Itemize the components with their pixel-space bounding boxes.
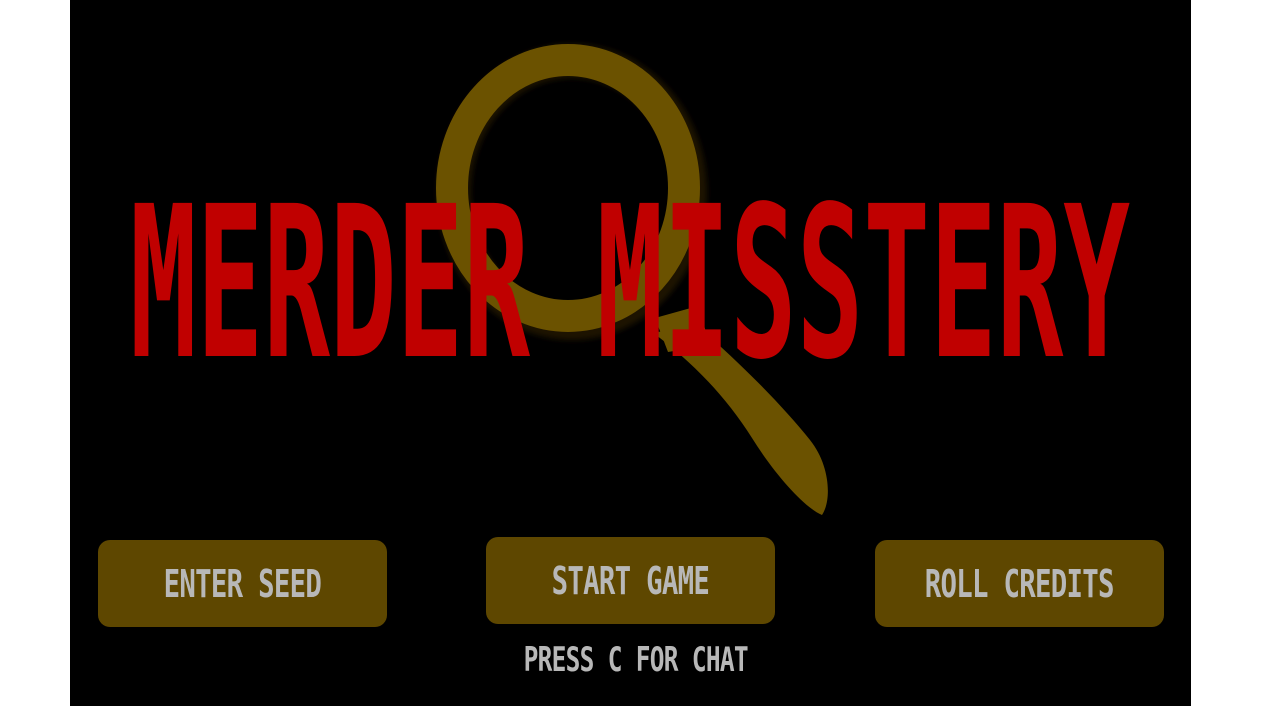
start-game-button[interactable]: START GAME (486, 537, 775, 624)
main-menu-screen: MERDER MISSTERY ENTER SEED START GAME RO… (70, 0, 1191, 706)
enter-seed-label: ENTER SEED (163, 561, 322, 606)
enter-seed-button[interactable]: ENTER SEED (98, 540, 387, 627)
chat-hint-text: PRESS C FOR CHAT (523, 640, 749, 680)
start-game-label: START GAME (551, 558, 710, 603)
game-title: MERDER MISSTERY (70, 178, 1191, 378)
roll-credits-label: ROLL CREDITS (924, 561, 1115, 606)
roll-credits-button[interactable]: ROLL CREDITS (875, 540, 1164, 627)
game-title-text: MERDER MISSTERY (130, 178, 1130, 378)
chat-hint: PRESS C FOR CHAT (480, 640, 780, 680)
